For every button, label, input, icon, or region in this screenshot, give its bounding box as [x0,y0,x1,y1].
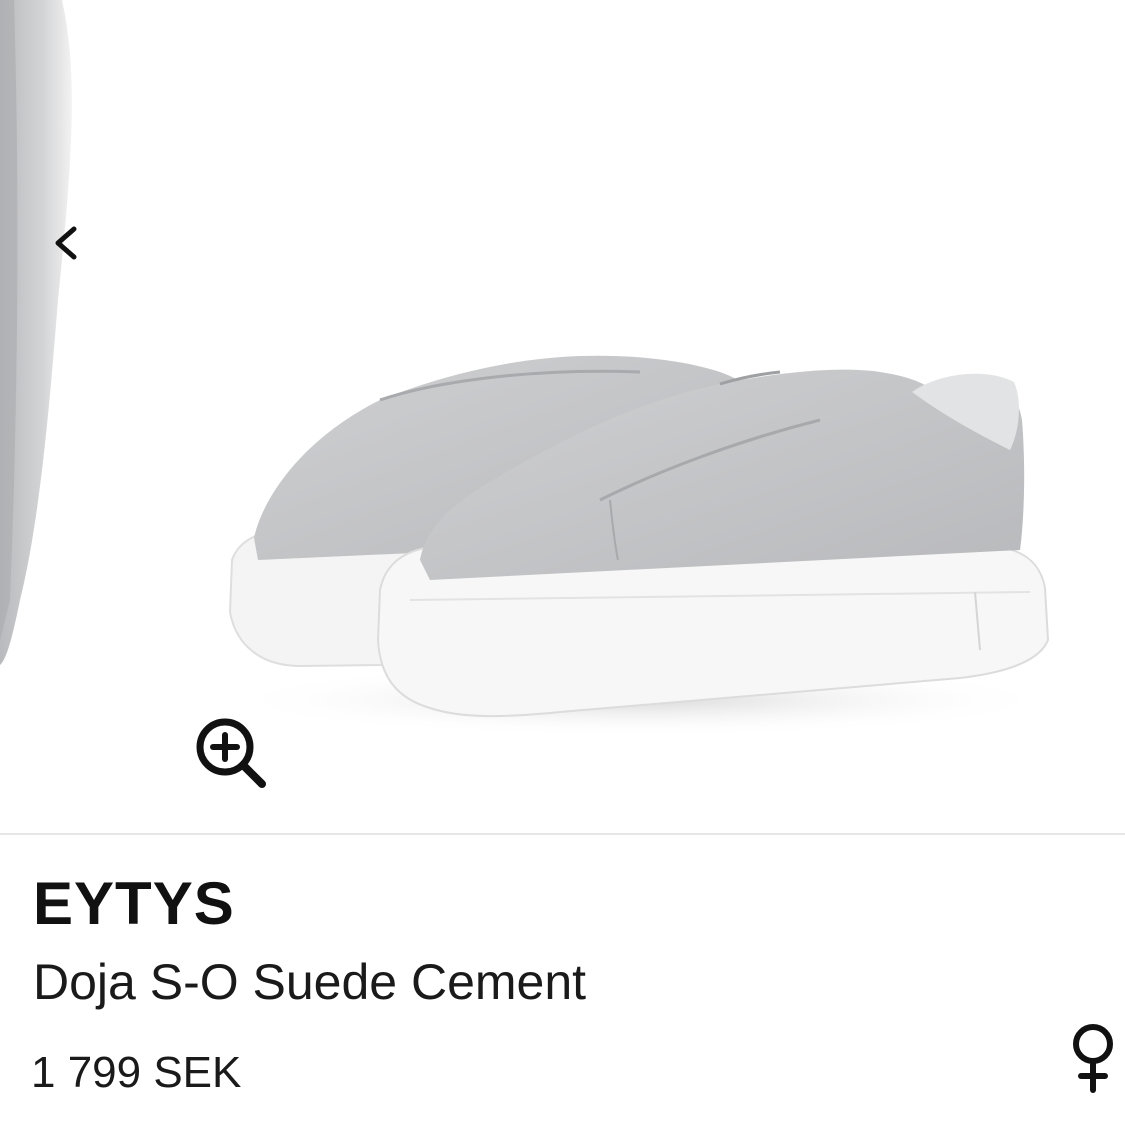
product-image-gallery[interactable] [0,0,1125,834]
previous-image-button[interactable] [40,215,90,271]
brand-name[interactable]: EYTYS [33,868,235,940]
divider [0,833,1125,835]
product-title[interactable]: Doja S-O Suede Cement [33,950,586,1014]
chevron-left-icon [55,226,77,260]
zoom-button[interactable] [190,712,270,792]
product-price: 1 799 SEK [31,1048,242,1097]
zoom-in-icon [196,718,266,788]
female-symbol-icon [1073,1024,1113,1093]
product-image [0,0,1060,736]
